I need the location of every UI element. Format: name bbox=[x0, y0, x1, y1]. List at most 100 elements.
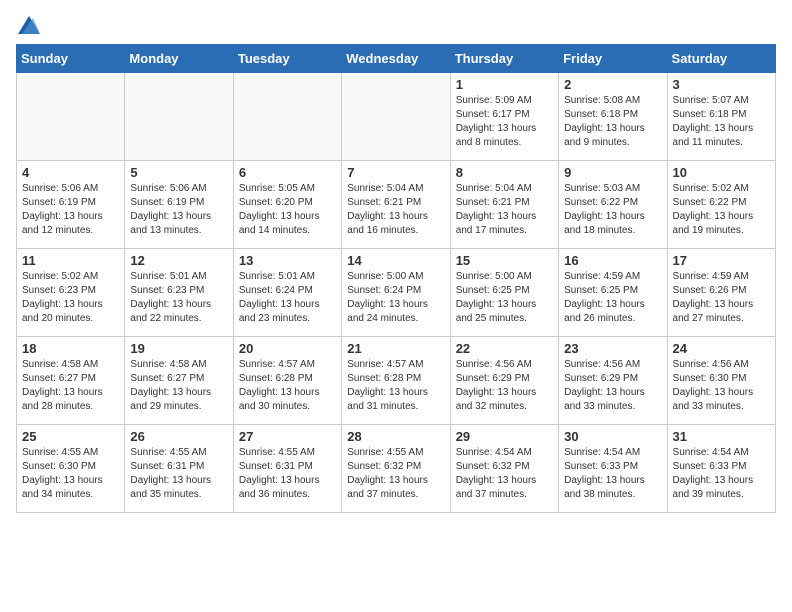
day-number: 23 bbox=[564, 341, 661, 356]
day-cell: 1 Sunrise: 5:09 AM Sunset: 6:17 PM Daylig… bbox=[450, 73, 558, 161]
day-number: 30 bbox=[564, 429, 661, 444]
day-info: Sunrise: 5:03 AM Sunset: 6:22 PM Dayligh… bbox=[564, 182, 661, 238]
day-info: Sunrise: 4:56 AM Sunset: 6:29 PM Dayligh… bbox=[564, 358, 661, 414]
day-info: Sunrise: 5:08 AM Sunset: 6:18 PM Dayligh… bbox=[564, 94, 661, 150]
day-cell: 13 Sunrise: 5:01 AM Sunset: 6:24 PM Dayli… bbox=[233, 249, 341, 337]
day-number: 6 bbox=[239, 165, 336, 180]
day-info: Sunrise: 4:56 AM Sunset: 6:29 PM Dayligh… bbox=[456, 358, 553, 414]
day-number: 13 bbox=[239, 253, 336, 268]
day-cell bbox=[233, 73, 341, 161]
day-number: 26 bbox=[130, 429, 227, 444]
day-cell: 3 Sunrise: 5:07 AM Sunset: 6:18 PM Daylig… bbox=[667, 73, 775, 161]
day-info: Sunrise: 4:55 AM Sunset: 6:30 PM Dayligh… bbox=[22, 446, 119, 502]
day-number: 2 bbox=[564, 77, 661, 92]
day-cell: 5 Sunrise: 5:06 AM Sunset: 6:19 PM Daylig… bbox=[125, 161, 233, 249]
day-cell: 2 Sunrise: 5:08 AM Sunset: 6:18 PM Daylig… bbox=[559, 73, 667, 161]
day-number: 17 bbox=[673, 253, 770, 268]
day-info: Sunrise: 4:55 AM Sunset: 6:32 PM Dayligh… bbox=[347, 446, 444, 502]
day-info: Sunrise: 4:54 AM Sunset: 6:33 PM Dayligh… bbox=[673, 446, 770, 502]
day-cell: 29Sunrise: 4:54 AM Sunset: 6:32 PM Dayli… bbox=[450, 425, 558, 513]
day-number: 27 bbox=[239, 429, 336, 444]
page-header bbox=[16, 16, 776, 34]
day-cell: 14Sunrise: 5:00 AM Sunset: 6:24 PM Dayli… bbox=[342, 249, 450, 337]
day-number: 16 bbox=[564, 253, 661, 268]
day-number: 25 bbox=[22, 429, 119, 444]
day-number: 8 bbox=[456, 165, 553, 180]
day-number: 22 bbox=[456, 341, 553, 356]
day-cell: 17 Sunrise: 4:59 AM Sunset: 6:26 PM Dayli… bbox=[667, 249, 775, 337]
day-number: 21 bbox=[347, 341, 444, 356]
day-cell: 7 Sunrise: 5:04 AM Sunset: 6:21 PM Daylig… bbox=[342, 161, 450, 249]
day-number: 18 bbox=[22, 341, 119, 356]
day-cell: 20 Sunrise: 4:57 AM Sunset: 6:28 PM Dayli… bbox=[233, 337, 341, 425]
day-cell bbox=[342, 73, 450, 161]
week-row-2: 4Sunrise: 5:06 AM Sunset: 6:19 PM Daylig… bbox=[17, 161, 776, 249]
day-info: Sunrise: 4:55 AM Sunset: 6:31 PM Dayligh… bbox=[239, 446, 336, 502]
day-number: 12 bbox=[130, 253, 227, 268]
header-row: SundayMondayTuesdayWednesdayThursdayFrid… bbox=[17, 45, 776, 73]
day-number: 29 bbox=[456, 429, 553, 444]
day-cell bbox=[125, 73, 233, 161]
day-cell: 10Sunrise: 5:02 AM Sunset: 6:22 PM Dayli… bbox=[667, 161, 775, 249]
day-info: Sunrise: 4:55 AM Sunset: 6:31 PM Dayligh… bbox=[130, 446, 227, 502]
day-cell: 28Sunrise: 4:55 AM Sunset: 6:32 PM Dayli… bbox=[342, 425, 450, 513]
day-info: Sunrise: 4:57 AM Sunset: 6:28 PM Dayligh… bbox=[239, 358, 336, 414]
day-cell: 6 Sunrise: 5:05 AM Sunset: 6:20 PM Daylig… bbox=[233, 161, 341, 249]
col-header-wednesday: Wednesday bbox=[342, 45, 450, 73]
col-header-tuesday: Tuesday bbox=[233, 45, 341, 73]
day-info: Sunrise: 5:05 AM Sunset: 6:20 PM Dayligh… bbox=[239, 182, 336, 238]
col-header-monday: Monday bbox=[125, 45, 233, 73]
calendar-body: 1 Sunrise: 5:09 AM Sunset: 6:17 PM Daylig… bbox=[17, 73, 776, 513]
day-cell: 26 Sunrise: 4:55 AM Sunset: 6:31 PM Dayli… bbox=[125, 425, 233, 513]
calendar-header: SundayMondayTuesdayWednesdayThursdayFrid… bbox=[17, 45, 776, 73]
day-info: Sunrise: 4:59 AM Sunset: 6:25 PM Dayligh… bbox=[564, 270, 661, 326]
day-number: 11 bbox=[22, 253, 119, 268]
day-number: 9 bbox=[564, 165, 661, 180]
day-number: 7 bbox=[347, 165, 444, 180]
day-cell: 9 Sunrise: 5:03 AM Sunset: 6:22 PM Daylig… bbox=[559, 161, 667, 249]
col-header-friday: Friday bbox=[559, 45, 667, 73]
day-info: Sunrise: 5:07 AM Sunset: 6:18 PM Dayligh… bbox=[673, 94, 770, 150]
day-number: 5 bbox=[130, 165, 227, 180]
day-cell: 23 Sunrise: 4:56 AM Sunset: 6:29 PM Dayli… bbox=[559, 337, 667, 425]
day-number: 1 bbox=[456, 77, 553, 92]
day-info: Sunrise: 5:06 AM Sunset: 6:19 PM Dayligh… bbox=[130, 182, 227, 238]
day-info: Sunrise: 5:04 AM Sunset: 6:21 PM Dayligh… bbox=[347, 182, 444, 238]
day-info: Sunrise: 4:58 AM Sunset: 6:27 PM Dayligh… bbox=[22, 358, 119, 414]
day-cell bbox=[17, 73, 125, 161]
day-info: Sunrise: 5:00 AM Sunset: 6:24 PM Dayligh… bbox=[347, 270, 444, 326]
week-row-5: 25 Sunrise: 4:55 AM Sunset: 6:30 PM Dayli… bbox=[17, 425, 776, 513]
day-info: Sunrise: 4:56 AM Sunset: 6:30 PM Dayligh… bbox=[673, 358, 770, 414]
day-cell: 11 Sunrise: 5:02 AM Sunset: 6:23 PM Dayli… bbox=[17, 249, 125, 337]
day-cell: 8 Sunrise: 5:04 AM Sunset: 6:21 PM Daylig… bbox=[450, 161, 558, 249]
day-info: Sunrise: 5:04 AM Sunset: 6:21 PM Dayligh… bbox=[456, 182, 553, 238]
day-info: Sunrise: 5:02 AM Sunset: 6:22 PM Dayligh… bbox=[673, 182, 770, 238]
day-info: Sunrise: 4:59 AM Sunset: 6:26 PM Dayligh… bbox=[673, 270, 770, 326]
day-cell: 4Sunrise: 5:06 AM Sunset: 6:19 PM Daylig… bbox=[17, 161, 125, 249]
day-number: 19 bbox=[130, 341, 227, 356]
day-cell: 21 Sunrise: 4:57 AM Sunset: 6:28 PM Dayli… bbox=[342, 337, 450, 425]
day-info: Sunrise: 5:00 AM Sunset: 6:25 PM Dayligh… bbox=[456, 270, 553, 326]
day-cell: 16 Sunrise: 4:59 AM Sunset: 6:25 PM Dayli… bbox=[559, 249, 667, 337]
day-cell: 18 Sunrise: 4:58 AM Sunset: 6:27 PM Dayli… bbox=[17, 337, 125, 425]
logo-icon bbox=[18, 16, 40, 34]
col-header-sunday: Sunday bbox=[17, 45, 125, 73]
day-info: Sunrise: 5:09 AM Sunset: 6:17 PM Dayligh… bbox=[456, 94, 553, 150]
day-info: Sunrise: 5:01 AM Sunset: 6:23 PM Dayligh… bbox=[130, 270, 227, 326]
week-row-4: 18 Sunrise: 4:58 AM Sunset: 6:27 PM Dayli… bbox=[17, 337, 776, 425]
week-row-3: 11 Sunrise: 5:02 AM Sunset: 6:23 PM Dayli… bbox=[17, 249, 776, 337]
day-info: Sunrise: 4:57 AM Sunset: 6:28 PM Dayligh… bbox=[347, 358, 444, 414]
day-number: 15 bbox=[456, 253, 553, 268]
col-header-saturday: Saturday bbox=[667, 45, 775, 73]
day-cell: 19 Sunrise: 4:58 AM Sunset: 6:27 PM Dayli… bbox=[125, 337, 233, 425]
day-info: Sunrise: 4:58 AM Sunset: 6:27 PM Dayligh… bbox=[130, 358, 227, 414]
col-header-thursday: Thursday bbox=[450, 45, 558, 73]
day-info: Sunrise: 5:02 AM Sunset: 6:23 PM Dayligh… bbox=[22, 270, 119, 326]
day-cell: 30Sunrise: 4:54 AM Sunset: 6:33 PM Dayli… bbox=[559, 425, 667, 513]
day-cell: 12 Sunrise: 5:01 AM Sunset: 6:23 PM Dayli… bbox=[125, 249, 233, 337]
day-info: Sunrise: 5:01 AM Sunset: 6:24 PM Dayligh… bbox=[239, 270, 336, 326]
week-row-1: 1 Sunrise: 5:09 AM Sunset: 6:17 PM Daylig… bbox=[17, 73, 776, 161]
day-cell: 22 Sunrise: 4:56 AM Sunset: 6:29 PM Dayli… bbox=[450, 337, 558, 425]
day-number: 3 bbox=[673, 77, 770, 92]
day-number: 20 bbox=[239, 341, 336, 356]
